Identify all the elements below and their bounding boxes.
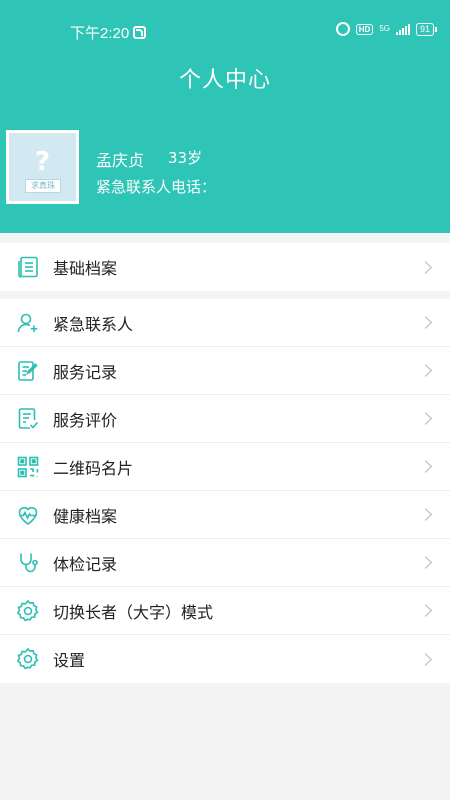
chevron-right-icon [419,604,432,617]
user-age: 33岁 [168,149,203,167]
menu-item-label: 服务评价 [53,410,118,430]
menu-item-label: 设置 [53,651,86,670]
chevron-right-icon [419,260,432,274]
gear-icon [16,647,40,671]
menu-item-label: 健康档案 [53,506,118,526]
edit-document-icon [16,359,40,383]
menu-item-label: 二维码名片 [53,458,134,478]
battery-indicator: 91 [415,22,438,36]
status-bar: 下午2:20 HD 5G 91 [0,0,450,43]
network-type: 5G [379,24,390,33]
menu-item-label: 服务记录 [53,362,118,382]
signal-icon [395,23,410,35]
status-time-text: 下午2:20 [70,25,130,42]
menu-item-emergency-contact[interactable]: 紧急联系人 [0,299,450,347]
chevron-right-icon [419,556,432,569]
status-indicators: HD 5G 91 [335,22,438,36]
menu-item-basic-records[interactable]: 基础档案 [0,243,450,291]
header-banner: 下午2:20 HD 5G 91 个人中心 ? 求真珠 孟庆贞 33岁 紧急联系人… [0,0,450,233]
qr-code-icon [16,455,40,479]
alarm-icon [335,22,350,36]
avatar-sign: 求真珠 [25,179,61,193]
user-name: 孟庆贞 [96,151,145,170]
menu-item-qr-card[interactable]: 二维码名片 [0,443,450,491]
emergency-contact-phone: 紧急联系人电话： [96,176,216,197]
chevron-right-icon [419,412,432,425]
chevron-right-icon [419,508,432,521]
main-menu-section: 紧急联系人 服务记录 服务评价 二维码名片 健康档案 体检记录 切换长者（大字）… [0,299,450,683]
menu-item-label: 体检记录 [53,554,118,574]
page-title: 个人中心 [178,68,271,93]
menu-item-settings[interactable]: 设置 [0,635,450,683]
menu-item-label: 切换长者（大字）模式 [53,602,214,622]
menu-item-health-records[interactable]: 健康档案 [0,491,450,539]
heartbeat-icon [16,503,40,527]
app-notification-icon [133,26,147,39]
avatar[interactable]: ? 求真珠 [6,130,79,204]
stethoscope-icon [16,551,40,575]
person-add-icon [16,311,40,335]
menu-item-label: 基础档案 [53,259,118,278]
avatar-placeholder: ? 求真珠 [9,133,76,201]
checklist-icon [16,407,40,431]
menu-item-service-rating[interactable]: 服务评价 [0,395,450,443]
settings-gear-icon [16,599,40,623]
menu-item-elder-mode[interactable]: 切换长者（大字）模式 [0,587,450,635]
chevron-right-icon [419,364,432,377]
chevron-right-icon [419,652,432,666]
document-list-icon [16,255,40,279]
basic-records-section: 基础档案 [0,243,450,291]
emergency-contact-label: 紧急联系人电话： [96,178,217,196]
menu-item-checkup-records[interactable]: 体检记录 [0,539,450,587]
question-mark-icon: ? [34,147,51,177]
chevron-right-icon [419,460,432,473]
chevron-right-icon [419,316,432,329]
menu-item-service-records[interactable]: 服务记录 [0,347,450,395]
hd-badge: HD [355,23,374,35]
menu-item-label: 紧急联系人 [53,314,134,334]
status-time: 下午2:20 [70,22,147,43]
